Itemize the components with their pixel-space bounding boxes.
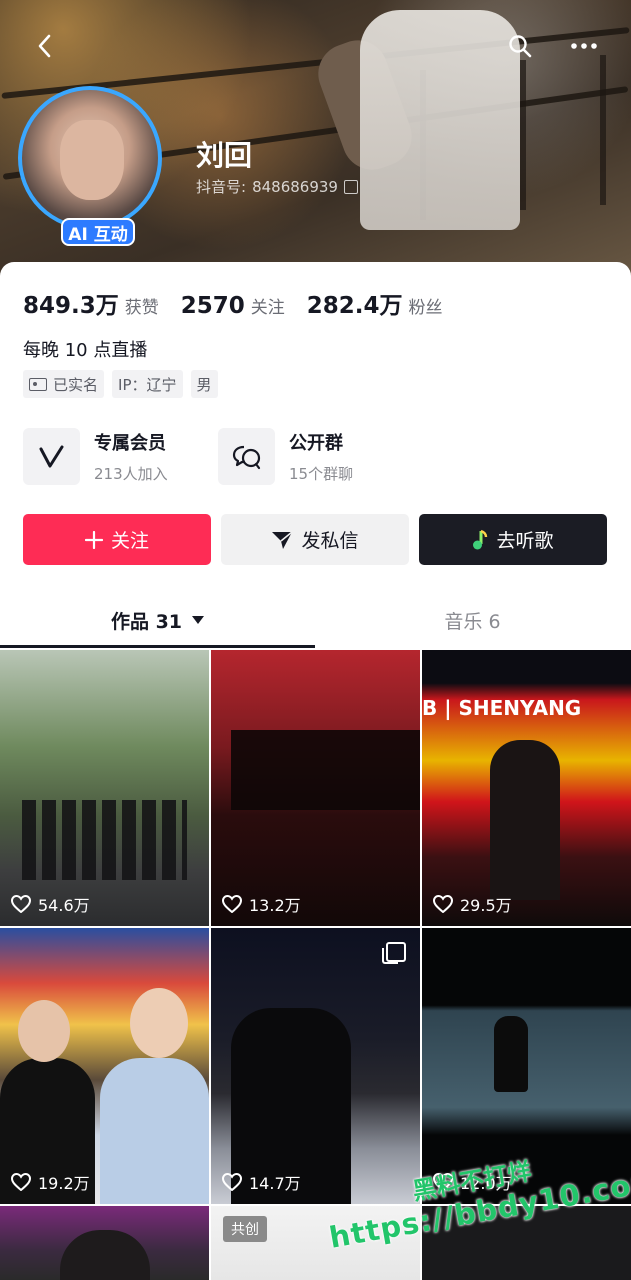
video-likes: 14.7万 <box>222 1170 301 1194</box>
stat-value: 282.4万 <box>306 293 403 319</box>
search-button[interactable] <box>500 26 540 66</box>
video-thumbnail[interactable]: B | SHENYANG 29.5万 <box>422 650 631 926</box>
profile-name: 刘回 <box>196 139 253 172</box>
tag-verified: 已实名 <box>23 370 105 398</box>
plus-icon <box>84 530 103 549</box>
stat-likes[interactable]: 849.3万 获赞 <box>23 286 159 320</box>
video-likes: 29.5万 <box>433 892 512 916</box>
more-dots-icon <box>571 43 597 49</box>
content-tabs: 作品 31 音乐 6 <box>0 592 631 648</box>
video-likes: 54.6万 <box>11 892 90 916</box>
search-icon <box>509 35 532 58</box>
music-note-icon <box>473 529 488 549</box>
likes-count: 14.7万 <box>249 1174 301 1193</box>
video-thumbnail[interactable]: 13.2万 <box>211 650 420 926</box>
feature-subtitle: 15个群聊 <box>289 465 354 483</box>
tag-label: 男 <box>196 375 212 394</box>
silhouette <box>494 1016 528 1092</box>
thumbnail-banner-text: B | SHENYANG <box>422 696 582 720</box>
profile-tags: 已实名 IP：辽宁 男 <box>23 370 218 398</box>
tab-label: 音乐 6 <box>444 610 501 633</box>
avatar[interactable] <box>18 86 162 230</box>
banner-person <box>360 10 520 230</box>
banner-railing-post <box>600 55 606 205</box>
multi-image-icon <box>382 942 406 964</box>
feature-subtitle: 213人加入 <box>94 465 168 483</box>
profile-bio: 每晚 10 点直播 <box>23 340 148 361</box>
heart-icon <box>433 895 453 913</box>
message-label: 发私信 <box>301 530 359 552</box>
group-of-people <box>22 800 187 880</box>
likes-count: 29.5万 <box>460 896 512 915</box>
tab-indicator <box>0 645 315 648</box>
feature-title: 专属会员 <box>94 433 166 454</box>
message-button[interactable]: 发私信 <box>221 514 409 565</box>
douyin-id-row[interactable]: 抖音号: 848686939 <box>196 176 358 197</box>
v-logo-icon <box>39 445 63 467</box>
caret-down-icon <box>192 616 205 624</box>
stat-value: 849.3万 <box>23 293 119 319</box>
stat-label: 关注 <box>250 298 285 318</box>
stat-following[interactable]: 2570 关注 <box>181 293 285 319</box>
id-card-icon <box>29 377 47 391</box>
stat-value: 2570 <box>180 293 245 319</box>
tab-works[interactable]: 作品 31 <box>0 592 315 648</box>
video-likes: 19.2万 <box>11 1170 90 1194</box>
feature-icon-box <box>218 428 275 485</box>
banner-railing-post <box>520 60 526 210</box>
likes-count: 54.6万 <box>38 896 90 915</box>
ai-interact-badge[interactable]: AI 互动 <box>61 218 135 246</box>
video-thumbnail[interactable]: 54.6万 <box>0 650 209 926</box>
stat-label: 粉丝 <box>408 298 443 318</box>
person-head <box>60 1230 150 1280</box>
more-button[interactable] <box>564 26 604 66</box>
person-right <box>100 1058 209 1204</box>
video-thumbnail[interactable]: 19.2万 <box>0 928 209 1204</box>
stat-label: 获赞 <box>124 298 159 318</box>
heart-icon <box>11 895 31 913</box>
avatar-face <box>60 120 124 200</box>
tab-label: 作品 31 <box>110 610 183 633</box>
listen-music-button[interactable]: 去听歌 <box>419 514 607 565</box>
chevron-left-icon <box>38 34 51 58</box>
douyin-id-value: 848686939 <box>252 177 338 196</box>
stat-followers[interactable]: 282.4万 粉丝 <box>307 286 443 320</box>
tab-music[interactable]: 音乐 6 <box>315 592 630 648</box>
copy-icon[interactable] <box>343 179 358 194</box>
silhouette <box>231 730 420 810</box>
heart-icon <box>222 1173 242 1191</box>
follow-label: 关注 <box>110 530 149 552</box>
heart-icon <box>11 1173 31 1191</box>
back-button[interactable] <box>24 26 64 66</box>
co-create-badge: 共创 <box>223 1216 267 1242</box>
silhouette <box>490 740 560 900</box>
video-thumbnail[interactable] <box>0 1206 209 1280</box>
douyin-id-label: 抖音号: <box>196 178 247 196</box>
tag-label: IP：辽宁 <box>118 375 177 394</box>
action-buttons: 关注 发私信 去听歌 <box>23 514 607 565</box>
stats-row: 849.3万 获赞 2570 关注 282.4万 粉丝 <box>23 286 443 320</box>
tag-ip: IP：辽宁 <box>112 370 183 398</box>
tag-label: 已实名 <box>53 375 99 394</box>
follow-button[interactable]: 关注 <box>23 514 211 565</box>
chat-bubbles-icon <box>232 445 260 469</box>
person-left-face <box>18 1000 70 1062</box>
feature-title: 公开群 <box>289 433 343 454</box>
tag-gender: 男 <box>190 370 218 398</box>
feature-membership[interactable]: 专属会员 213人加入 <box>23 428 168 485</box>
likes-count: 19.2万 <box>38 1174 90 1193</box>
feature-icon-box <box>23 428 80 485</box>
music-label: 去听歌 <box>496 530 554 552</box>
person-right-face <box>130 988 188 1058</box>
feature-public-group[interactable]: 公开群 15个群聊 <box>218 428 353 485</box>
send-icon <box>272 530 293 549</box>
video-likes: 13.2万 <box>222 892 301 916</box>
likes-count: 13.2万 <box>249 896 301 915</box>
heart-icon <box>222 895 242 913</box>
